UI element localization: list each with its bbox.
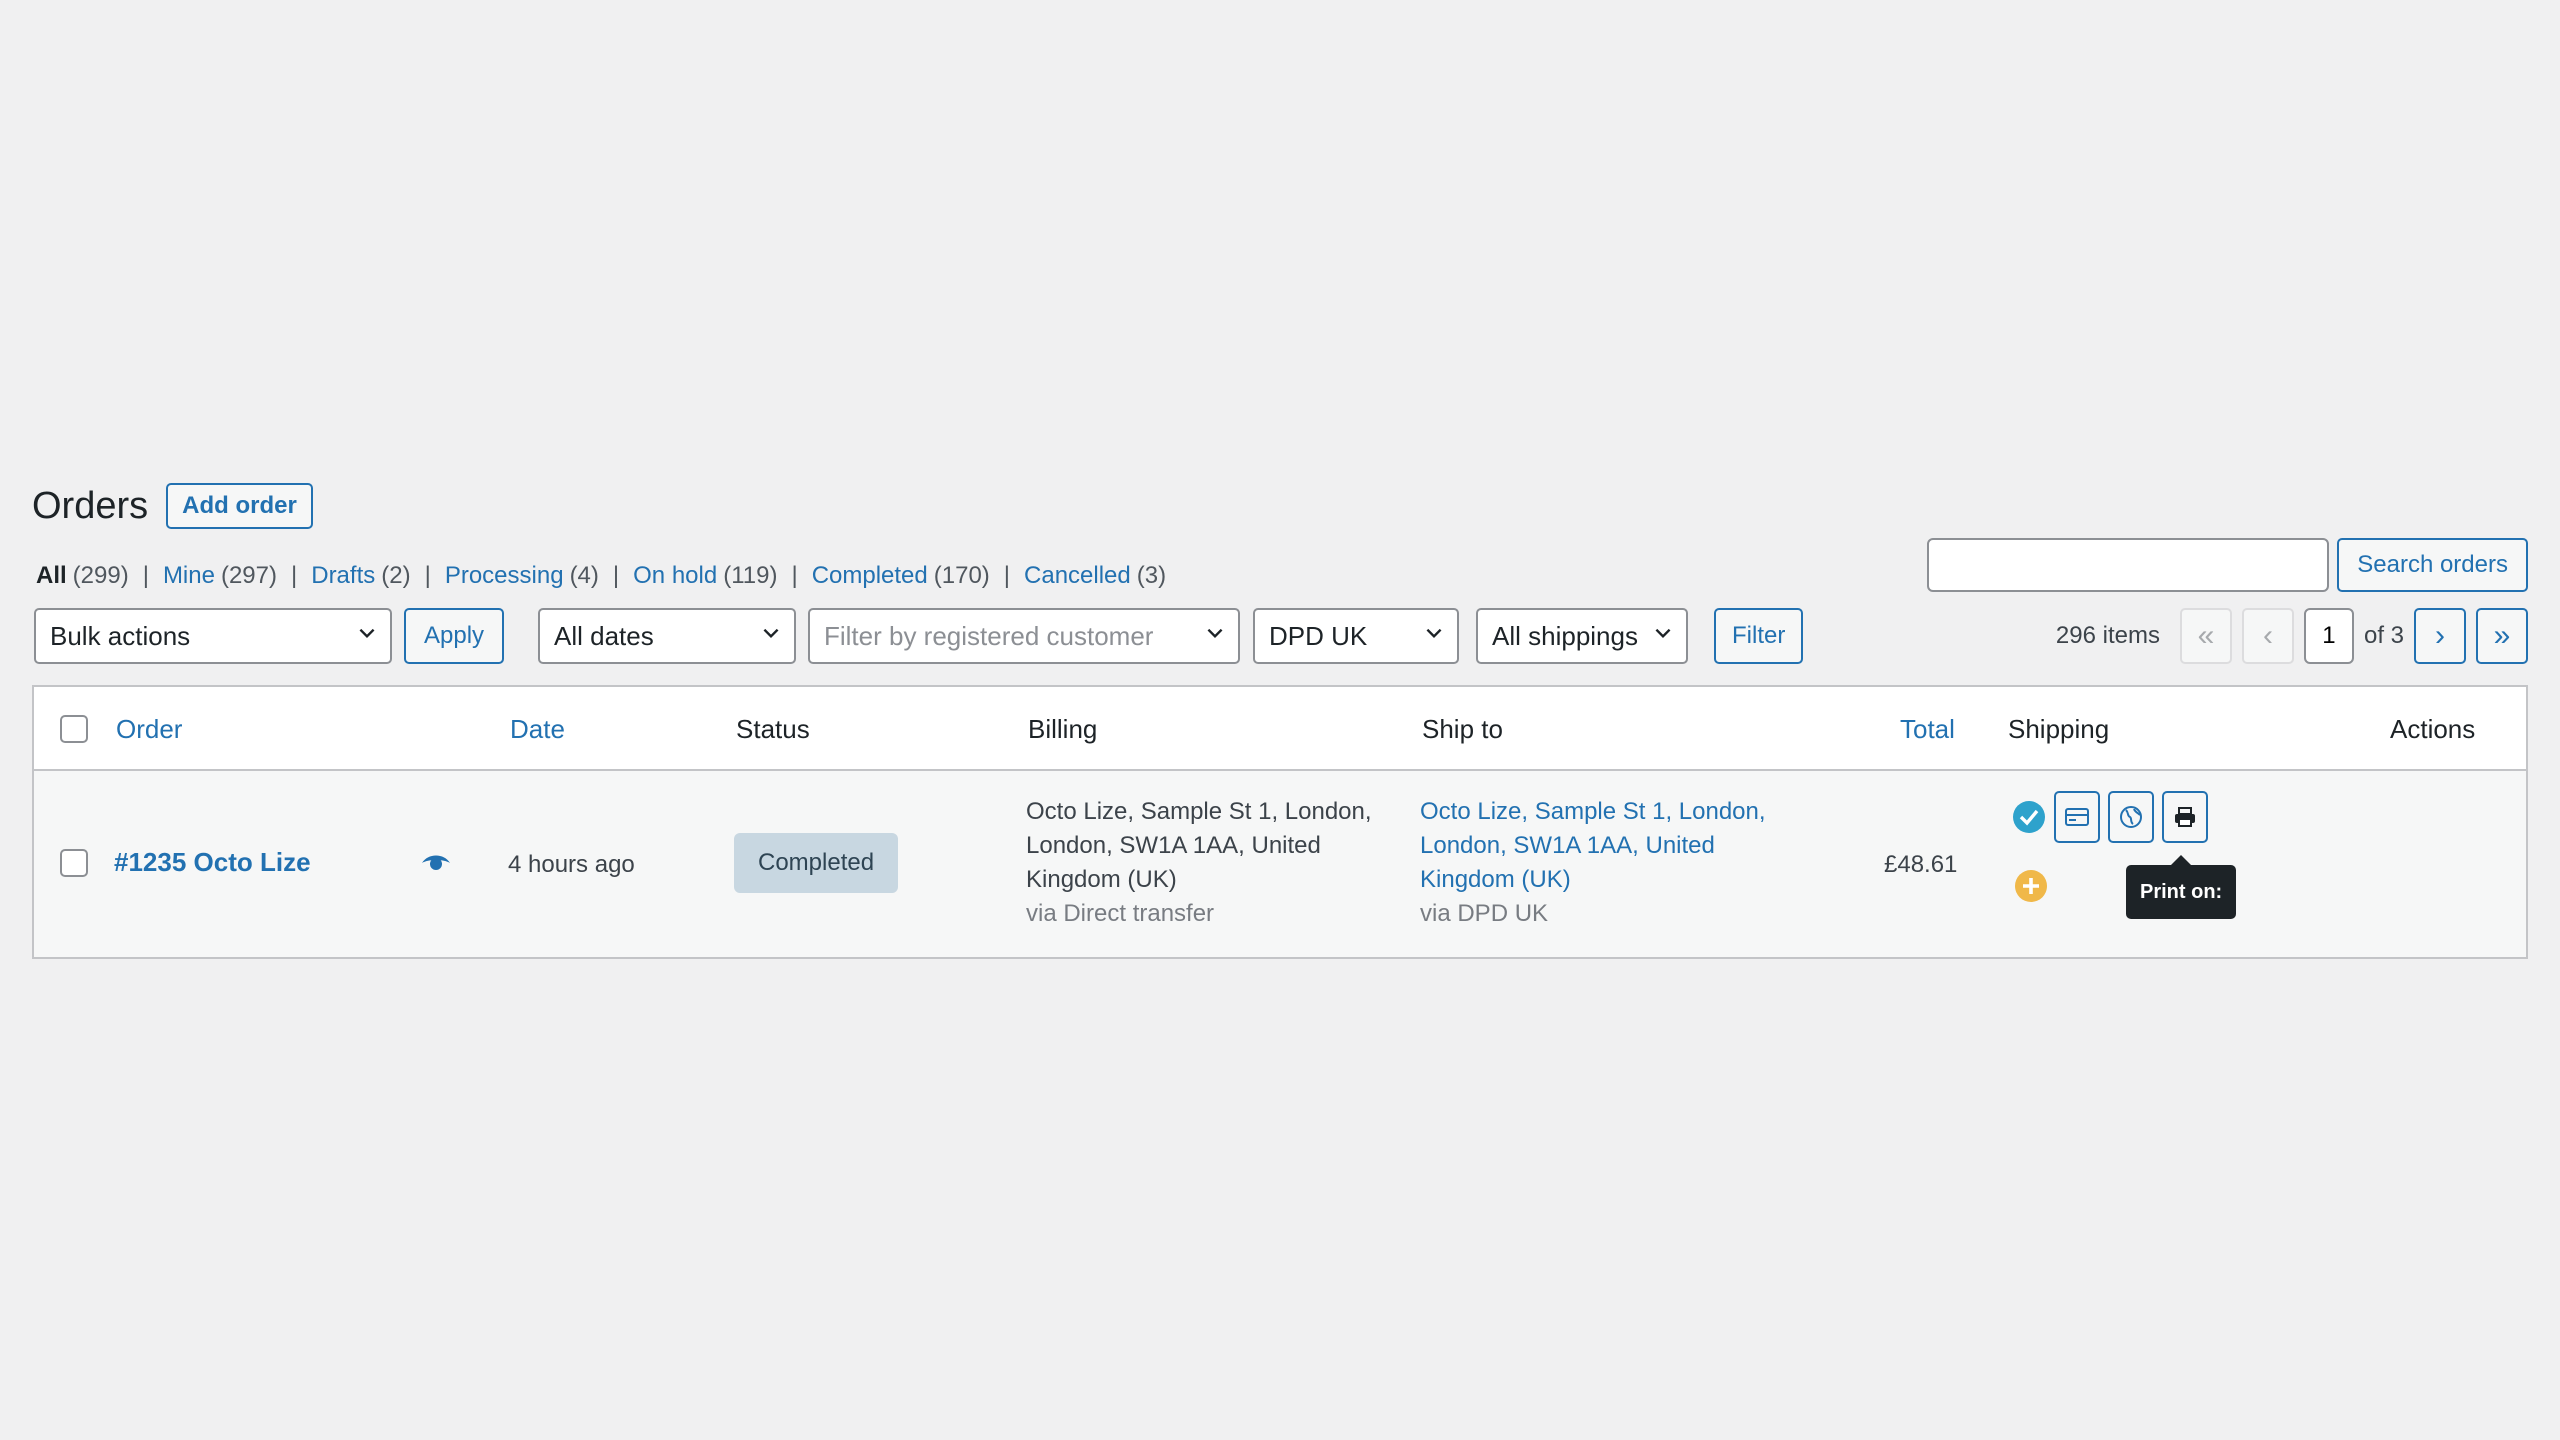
view-on-hold[interactable]: On hold (119) xyxy=(633,562,777,590)
globe-icon xyxy=(2120,806,2142,828)
shipping-address-link[interactable]: Octo Lize, Sample St 1, London, London, … xyxy=(1420,795,1766,897)
view-all[interactable]: All (299) xyxy=(36,562,129,590)
order-preview-button[interactable] xyxy=(420,849,452,884)
pagination: 296 items « ‹ of 3 › » xyxy=(2056,608,2528,664)
view-mine[interactable]: Mine (297) xyxy=(163,562,277,590)
column-order[interactable]: Order xyxy=(116,714,182,745)
column-ship-to: Ship to xyxy=(1422,713,1503,744)
column-billing: Billing xyxy=(1028,713,1098,744)
page-header: Orders Add order xyxy=(32,478,313,534)
first-page-button: « xyxy=(2179,608,2232,664)
next-page-button[interactable]: › xyxy=(2414,608,2466,664)
check-circle-icon xyxy=(2013,801,2045,833)
search-box: Search orders xyxy=(1927,538,2528,592)
shipping-label-button[interactable] xyxy=(2054,791,2100,843)
shipping-address: Octo Lize, Sample St 1, London, London, … xyxy=(1420,795,1766,931)
select-all-checkbox[interactable] xyxy=(60,715,88,743)
table-row: #1235 Octo Lize 4 hours ago Completed Oc… xyxy=(34,771,2526,957)
search-input[interactable] xyxy=(1927,538,2330,592)
dates-filter-select[interactable]: All dates xyxy=(538,608,796,664)
column-status: Status xyxy=(736,713,810,744)
table-header: Order Date Status Billing Ship to Total … xyxy=(34,687,2526,771)
shippings-filter-select[interactable]: All shippings xyxy=(1476,608,1688,664)
carrier-filter-select[interactable]: DPD UK xyxy=(1253,608,1459,664)
add-order-button[interactable]: Add order xyxy=(166,483,313,529)
view-drafts[interactable]: Drafts (2) xyxy=(311,562,410,590)
view-cancelled[interactable]: Cancelled (3) xyxy=(1024,562,1166,590)
total-pages: of 3 xyxy=(2363,622,2404,649)
bulk-actions-select[interactable]: Bulk actions xyxy=(34,608,392,664)
order-date: 4 hours ago xyxy=(508,851,635,878)
billing-address: Octo Lize, Sample St 1, London, London, … xyxy=(1026,798,1372,927)
prev-page-button: ‹ xyxy=(2241,608,2294,664)
order-link[interactable]: #1235 Octo Lize xyxy=(114,847,311,877)
customer-filter-select[interactable]: Filter by registered customer xyxy=(808,608,1240,664)
current-page-input[interactable] xyxy=(2303,608,2354,664)
order-total: £48.61 xyxy=(1884,851,1958,878)
tablenav-top: Bulk actions Apply All dates Filter by r… xyxy=(32,608,2528,666)
page-title: Orders xyxy=(32,485,149,527)
status-badge: Completed xyxy=(734,833,899,893)
view-completed[interactable]: Completed (170) xyxy=(812,562,990,590)
print-tooltip: Print on: xyxy=(2126,855,2237,919)
chevron-down-icon xyxy=(763,628,779,639)
column-actions: Actions xyxy=(2390,713,2476,744)
column-date[interactable]: Date xyxy=(510,714,565,745)
print-label-button[interactable] xyxy=(2162,791,2208,843)
order-status-views: All (299) | Mine (297) | Drafts (2) | Proce… xyxy=(36,562,1167,590)
last-page-button[interactable]: » xyxy=(2476,608,2528,664)
orders-table: Order Date Status Billing Ship to Total … xyxy=(32,685,2528,959)
plus-circle-icon xyxy=(2015,870,2047,902)
column-shipping: Shipping xyxy=(2008,713,2110,744)
column-total[interactable]: Total xyxy=(1900,714,1955,745)
search-orders-button[interactable]: Search orders xyxy=(2337,538,2528,592)
filter-button[interactable]: Filter xyxy=(1714,608,1804,664)
chevron-down-icon xyxy=(1655,628,1671,639)
apply-button[interactable]: Apply xyxy=(404,608,505,664)
tracking-button[interactable] xyxy=(2108,791,2154,843)
chevron-down-icon xyxy=(1426,628,1442,639)
items-count: 296 items xyxy=(2055,622,2160,649)
chevron-down-icon xyxy=(1207,628,1223,639)
row-checkbox[interactable] xyxy=(60,849,88,877)
label-icon xyxy=(2065,808,2089,826)
eye-icon xyxy=(422,855,450,870)
chevron-down-icon xyxy=(359,628,375,639)
view-processing[interactable]: Processing (4) xyxy=(445,562,599,590)
printer-icon xyxy=(2175,807,2195,827)
